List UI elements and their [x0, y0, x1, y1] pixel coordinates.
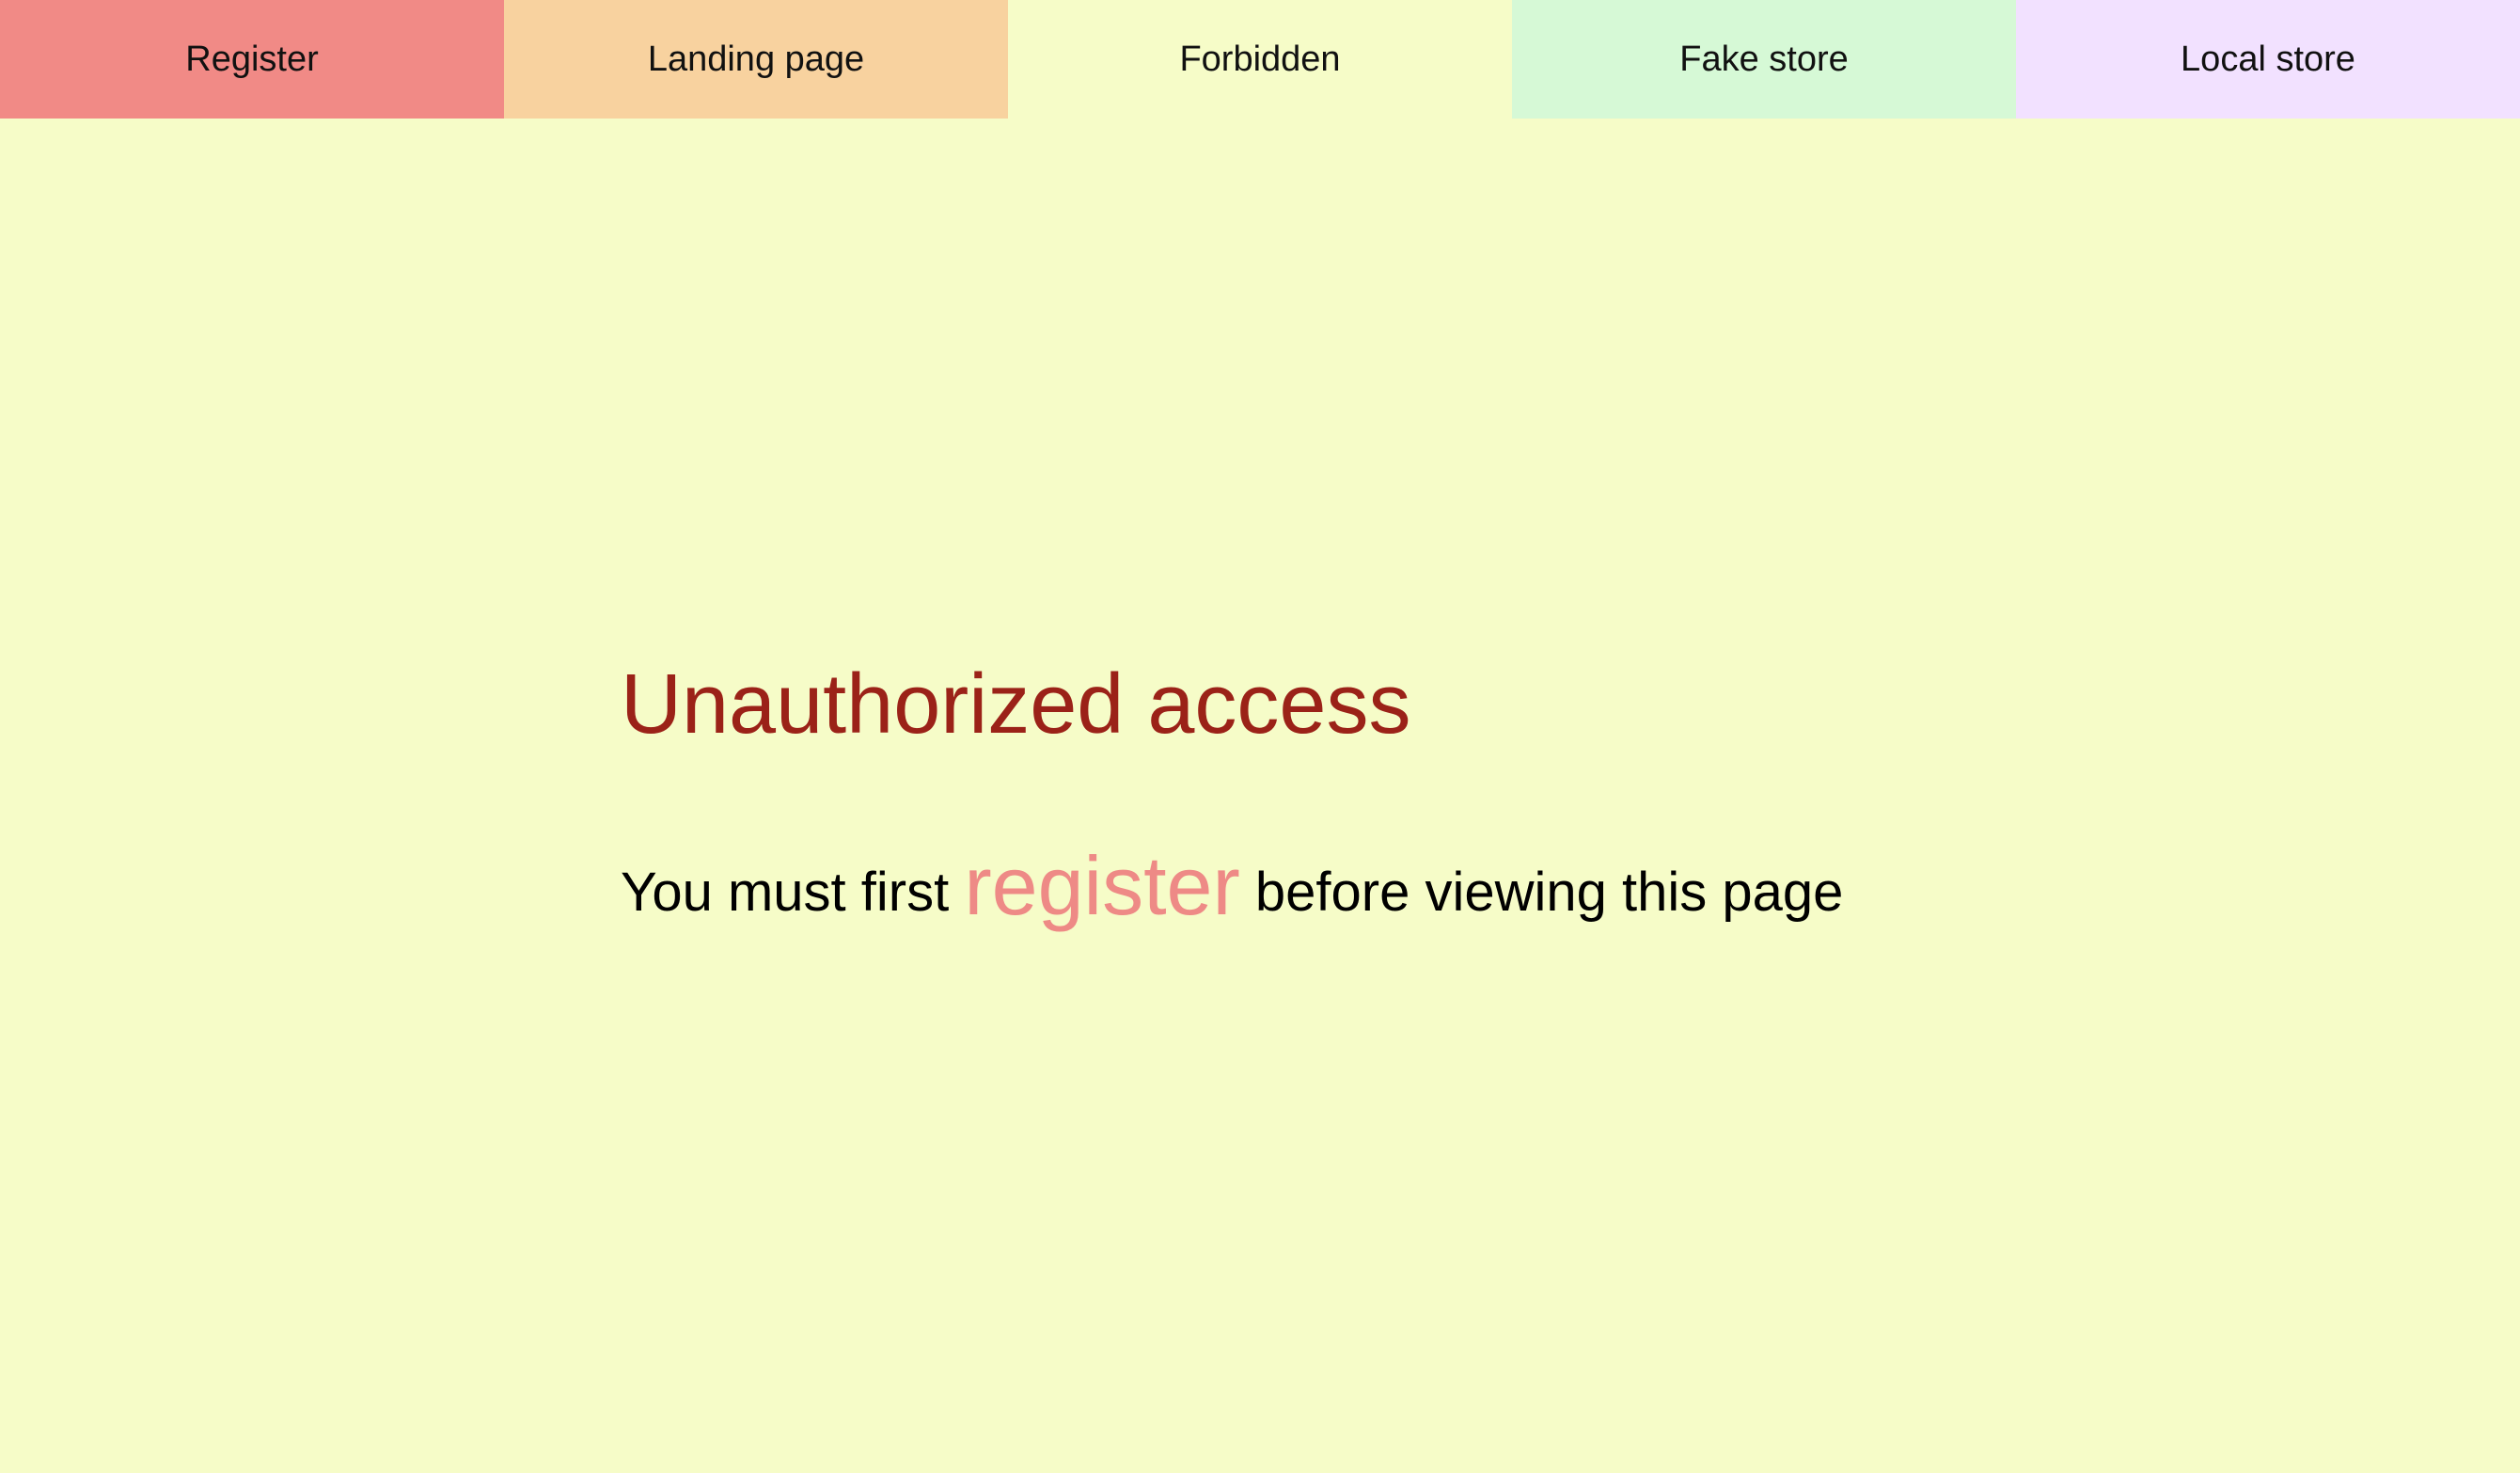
tab-landing-page[interactable]: Landing page: [504, 0, 1008, 119]
tab-register[interactable]: Register: [0, 0, 504, 119]
tab-forbidden[interactable]: Forbidden: [1008, 0, 1512, 119]
top-nav: Register Landing page Forbidden Fake sto…: [0, 0, 2520, 119]
tab-local-store[interactable]: Local store: [2016, 0, 2520, 119]
unauthorized-message: You must first register before viewing t…: [621, 836, 2125, 936]
register-link[interactable]: register: [964, 839, 1239, 932]
page-title: Unauthorized access: [621, 657, 1411, 752]
message-after-text: before viewing this page: [1254, 862, 1844, 923]
main-content: Unauthorized access You must first regis…: [621, 658, 2125, 936]
message-before-text: You must first: [621, 862, 950, 923]
tab-fake-store[interactable]: Fake store: [1512, 0, 2016, 119]
